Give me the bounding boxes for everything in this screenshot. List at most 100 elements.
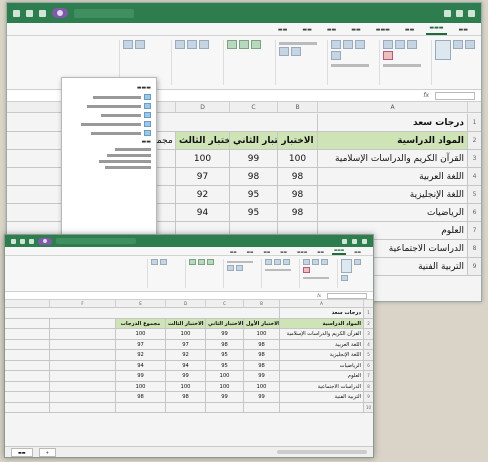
- score-cell[interactable]: 99: [243, 371, 279, 381]
- row-number[interactable]: 10: [363, 402, 373, 412]
- delete-cells-icon[interactable]: [160, 259, 167, 265]
- total-cell[interactable]: 92: [115, 350, 165, 360]
- empty-cell[interactable]: [243, 402, 279, 412]
- column-header[interactable]: E: [115, 300, 165, 307]
- score-cell[interactable]: 99: [243, 392, 279, 402]
- menu-item[interactable]: [67, 94, 151, 100]
- paste-icon[interactable]: [435, 40, 451, 60]
- menu-item[interactable]: [67, 166, 151, 169]
- menu-item[interactable]: [67, 148, 151, 151]
- align-center-icon[interactable]: [343, 40, 353, 49]
- percent-icon[interactable]: [279, 47, 289, 56]
- format-cells-icon[interactable]: [199, 40, 209, 49]
- empty-cell[interactable]: [49, 360, 115, 370]
- subject-cell[interactable]: الدراسات الاجتماعية: [279, 381, 363, 391]
- format-table-icon[interactable]: [239, 40, 249, 49]
- restore-icon[interactable]: [352, 238, 357, 244]
- bold-icon[interactable]: [303, 259, 310, 265]
- total-cell[interactable]: 94: [115, 360, 165, 370]
- row-number[interactable]: 5: [363, 350, 373, 360]
- empty-cell[interactable]: [279, 402, 363, 412]
- tab-view[interactable]: ▬▬: [275, 27, 290, 35]
- merge-field[interactable]: [331, 64, 369, 67]
- score-cell[interactable]: 98: [277, 168, 317, 185]
- header-cell[interactable]: الاختبار الثاني: [205, 318, 243, 328]
- bold-icon[interactable]: [383, 40, 393, 49]
- cut-icon[interactable]: [453, 40, 463, 49]
- tab-insert[interactable]: ▬▬: [402, 27, 417, 35]
- total-cell[interactable]: 97: [115, 339, 165, 349]
- font-color-icon[interactable]: [383, 51, 393, 60]
- autosave-icon[interactable]: [11, 238, 16, 244]
- empty-cell[interactable]: [49, 339, 115, 349]
- score-cell[interactable]: 95: [205, 350, 243, 360]
- score-cell[interactable]: 100: [205, 371, 243, 381]
- sheet-title-cell[interactable]: درجات سعد: [317, 114, 467, 131]
- score-cell[interactable]: 99: [205, 329, 243, 339]
- total-cell[interactable]: 100: [115, 329, 165, 339]
- row-number[interactable]: 2: [363, 318, 373, 328]
- empty-cell[interactable]: [115, 402, 165, 412]
- minimize-icon[interactable]: [444, 9, 451, 17]
- search-box[interactable]: [74, 8, 134, 18]
- subject-cell[interactable]: التربية الفنية: [279, 392, 363, 402]
- score-cell[interactable]: 94: [165, 360, 205, 370]
- row-number[interactable]: 8: [363, 381, 373, 391]
- tab-formulas[interactable]: ▬▬: [278, 250, 289, 255]
- header-cell[interactable]: مجموع الدرجات: [115, 318, 165, 328]
- header-cell[interactable]: الاختبار الثالث: [165, 318, 205, 328]
- name-box[interactable]: [435, 91, 475, 100]
- subject-cell[interactable]: القرآن الكريم والدراسات الإسلامية: [279, 329, 363, 339]
- column-header[interactable]: C: [229, 102, 277, 112]
- tab-home[interactable]: ▬▬▬: [426, 25, 447, 35]
- cell-styles-icon[interactable]: [207, 259, 214, 265]
- save-icon[interactable]: [20, 238, 25, 244]
- score-cell[interactable]: 98: [243, 350, 279, 360]
- row-number[interactable]: 4: [363, 339, 373, 349]
- autosave-icon[interactable]: [13, 9, 20, 17]
- close-icon[interactable]: [468, 9, 475, 17]
- column-header[interactable]: F: [49, 300, 115, 307]
- menu-item[interactable]: [67, 130, 151, 136]
- sheet-title-cell[interactable]: درجات سعد: [279, 308, 363, 318]
- cut-icon[interactable]: [354, 259, 361, 265]
- restore-icon[interactable]: [456, 9, 463, 17]
- tab-home[interactable]: ▬▬▬: [332, 248, 347, 255]
- column-header[interactable]: A: [279, 300, 363, 307]
- align-center-icon[interactable]: [274, 259, 281, 265]
- underline-icon[interactable]: [407, 40, 417, 49]
- row-number[interactable]: 1: [467, 114, 481, 131]
- score-cell[interactable]: 92: [175, 186, 229, 203]
- select-all-corner[interactable]: [363, 300, 373, 307]
- row-number[interactable]: 2: [467, 132, 481, 149]
- score-cell[interactable]: 98: [165, 392, 205, 402]
- align-left-icon[interactable]: [355, 40, 365, 49]
- account-badge[interactable]: [38, 237, 52, 245]
- subject-cell[interactable]: الرياضيات: [317, 204, 467, 221]
- score-cell[interactable]: 95: [205, 360, 243, 370]
- wrap-text-icon[interactable]: [331, 51, 341, 60]
- score-cell[interactable]: 100: [165, 381, 205, 391]
- font-name-field[interactable]: [383, 64, 421, 67]
- score-cell[interactable]: 92: [165, 350, 205, 360]
- tab-layout[interactable]: ▬▬▬: [295, 250, 309, 255]
- italic-icon[interactable]: [312, 259, 319, 265]
- tab-insert[interactable]: ▬▬: [315, 250, 326, 255]
- column-header[interactable]: B: [277, 102, 317, 112]
- subject-cell[interactable]: اللغة العربية: [279, 339, 363, 349]
- insert-cells-icon[interactable]: [175, 40, 185, 49]
- paste-icon[interactable]: [341, 259, 352, 273]
- total-cell[interactable]: 98: [115, 392, 165, 402]
- delete-cells-icon[interactable]: [187, 40, 197, 49]
- empty-cell[interactable]: [49, 381, 115, 391]
- row-number[interactable]: 9: [363, 392, 373, 402]
- tab-view[interactable]: ▬▬: [228, 250, 239, 255]
- header-cell[interactable]: الاختبار الأول: [243, 318, 279, 328]
- merge-field[interactable]: [265, 269, 291, 271]
- percent-icon[interactable]: [227, 265, 234, 271]
- row-number[interactable]: 8: [467, 240, 481, 257]
- align-left-icon[interactable]: [283, 259, 290, 265]
- underline-icon[interactable]: [321, 259, 328, 265]
- minimize-icon[interactable]: [342, 238, 347, 244]
- score-cell[interactable]: 100: [277, 150, 317, 167]
